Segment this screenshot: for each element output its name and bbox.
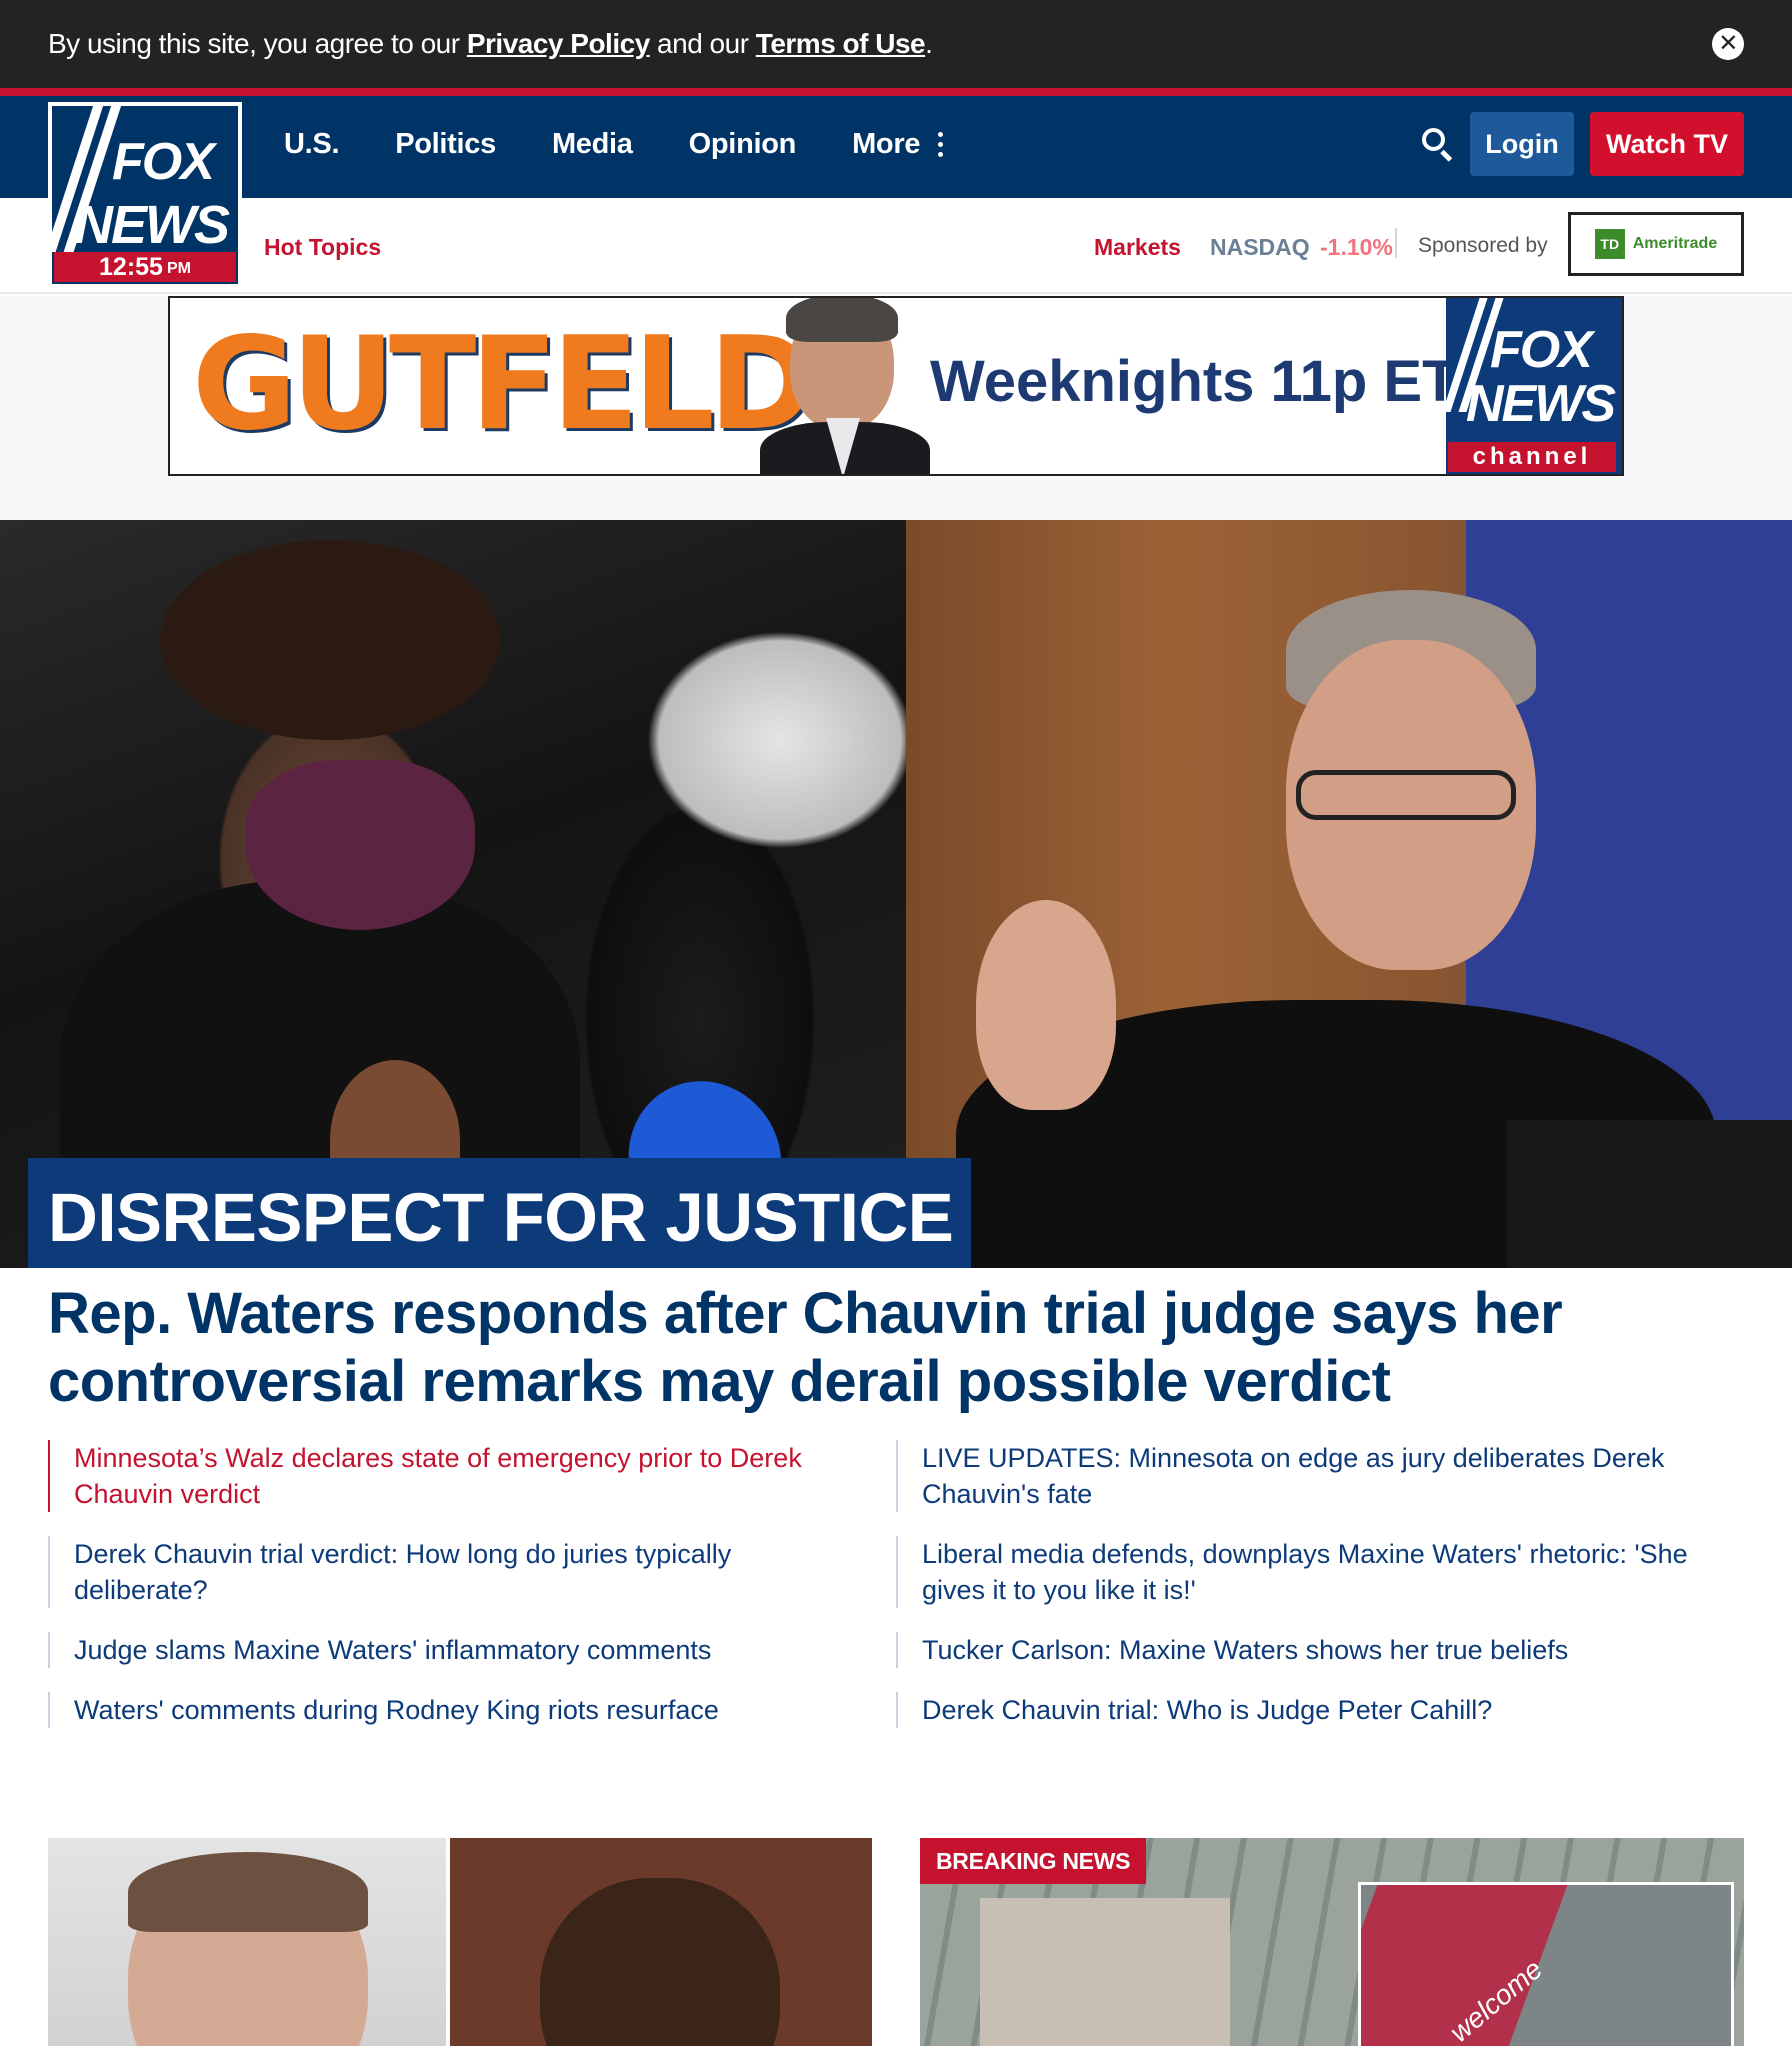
fnc-line2: NEWS xyxy=(1466,375,1616,433)
related-story[interactable]: Liberal media defends, downplays Maxine … xyxy=(896,1536,1744,1608)
close-icon[interactable]: ✕ xyxy=(1712,28,1744,60)
ad-schedule: Weeknights 11p ET xyxy=(930,349,1458,414)
cookie-consent-bar: By using this site, you agree to our Pri… xyxy=(0,0,1792,88)
nasdaq-label[interactable]: NASDAQ xyxy=(1210,234,1310,261)
related-stories-right: LIVE UPDATES: Minnesota on edge as jury … xyxy=(896,1440,1744,1752)
fnc-line3: channel xyxy=(1448,442,1616,472)
related-story[interactable]: Judge slams Maxine Waters' inflammatory … xyxy=(48,1632,848,1668)
cookie-text-prefix: By using this site, you agree to our xyxy=(48,28,460,59)
more-dots-icon xyxy=(938,132,944,157)
card-photo-left xyxy=(48,1838,446,2046)
ticker-divider xyxy=(1395,228,1397,258)
breaking-news-badge: BREAKING NEWS xyxy=(920,1838,1147,1884)
privacy-policy-link[interactable]: Privacy Policy xyxy=(467,28,650,60)
story-card-image[interactable] xyxy=(48,1838,872,2046)
terms-of-use-link[interactable]: Terms of Use xyxy=(756,28,926,60)
nav-item-more-label: More xyxy=(852,128,921,160)
clock-time: 12:55 xyxy=(99,252,163,281)
card-photo-right xyxy=(450,1838,872,2046)
search-icon[interactable] xyxy=(1420,126,1454,162)
nav-item-more[interactable]: More xyxy=(852,128,944,161)
nav-item-us[interactable]: U.S. xyxy=(284,128,340,161)
fnc-line1: FOX xyxy=(1490,321,1593,379)
main-nav: U.S. Politics Media Opinion More Login W… xyxy=(0,96,1792,198)
related-story[interactable]: Waters' comments during Rodney King riot… xyxy=(48,1692,848,1728)
cookie-text-middle: and our xyxy=(657,28,749,59)
related-story[interactable]: LIVE UPDATES: Minnesota on edge as jury … xyxy=(896,1440,1744,1512)
logo-clock: 12:55 PM xyxy=(54,252,236,282)
fox-news-channel-logo: FOX NEWS channel xyxy=(1442,298,1622,474)
markets-link[interactable]: Markets xyxy=(1094,234,1181,261)
related-story[interactable]: Derek Chauvin trial verdict: How long do… xyxy=(48,1536,848,1608)
related-stories-left: Minnesota’s Walz declares state of emerg… xyxy=(48,1440,848,1752)
td-ameritrade-logo[interactable]: TD Ameritrade xyxy=(1568,212,1744,276)
top-accent-line xyxy=(0,88,1792,96)
nasdaq-change: -1.10% xyxy=(1320,234,1393,260)
sponsored-by-label: Sponsored by xyxy=(1418,234,1548,257)
ad-host-photo xyxy=(760,298,930,474)
clock-ampm: PM xyxy=(166,260,191,277)
sponsor-name: Ameritrade xyxy=(1632,235,1718,252)
related-story[interactable]: Minnesota’s Walz declares state of emerg… xyxy=(48,1440,848,1512)
nav-item-media[interactable]: Media xyxy=(552,128,633,161)
nav-item-politics[interactable]: Politics xyxy=(395,128,496,161)
hero-headline[interactable]: Rep. Waters responds after Chauvin trial… xyxy=(48,1280,1748,1416)
hot-topics-link[interactable]: Hot Topics xyxy=(264,234,381,261)
logo-text-fox: FOX xyxy=(112,133,215,191)
cookie-text-suffix: . xyxy=(925,28,933,59)
td-logo-mark: TD xyxy=(1594,229,1625,259)
login-button[interactable]: Login xyxy=(1470,112,1574,176)
sub-nav-bar: Hot Topics Markets NASDAQ -1.10% Sponsor… xyxy=(0,198,1792,294)
watch-tv-button[interactable]: Watch TV xyxy=(1590,112,1744,176)
hero-photo-right xyxy=(906,520,1792,1268)
hero-image[interactable]: DISRESPECT FOR JUSTICE xyxy=(0,520,1792,1268)
nav-item-opinion[interactable]: Opinion xyxy=(689,128,797,161)
ad-zone: GUTFELD! Weeknights 11p ET FOX NEWS chan… xyxy=(0,296,1792,520)
related-story[interactable]: Tucker Carlson: Maxine Waters shows her … xyxy=(896,1632,1744,1668)
hero-photo-left xyxy=(0,520,906,1268)
gutfeld-ad-banner[interactable]: GUTFELD! Weeknights 11p ET FOX NEWS chan… xyxy=(168,296,1624,476)
related-story[interactable]: Derek Chauvin trial: Who is Judge Peter … xyxy=(896,1692,1744,1728)
hero-kicker-label: DISRESPECT FOR JUSTICE xyxy=(28,1158,972,1268)
logo-text-news: NEWS xyxy=(74,195,230,255)
fox-news-logo[interactable]: FOX NEWS 12:55 PM xyxy=(48,102,242,288)
card-inset-photo: welcome xyxy=(1358,1882,1734,2046)
